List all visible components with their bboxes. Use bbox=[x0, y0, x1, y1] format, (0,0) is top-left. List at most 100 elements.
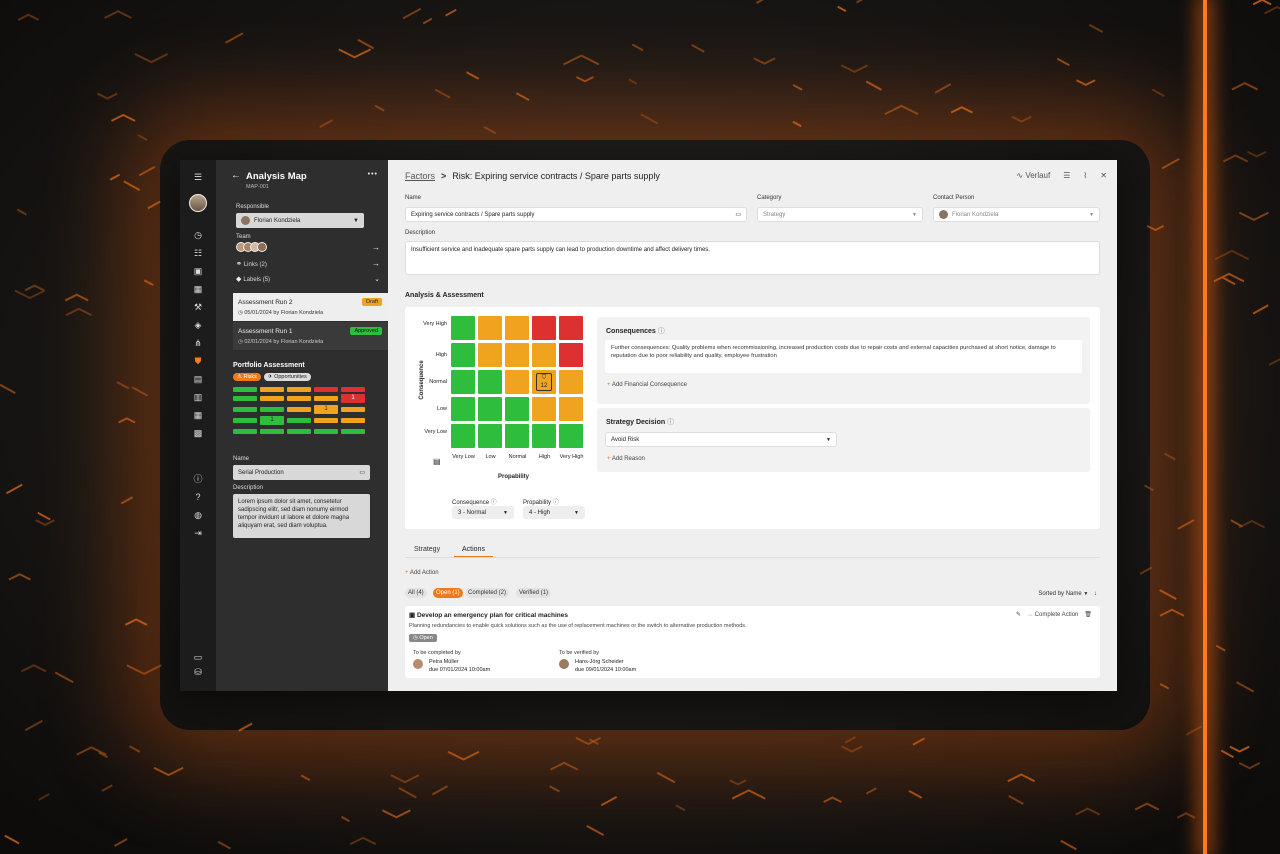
mini-heatmap-cell[interactable] bbox=[341, 387, 365, 392]
more-menu-button[interactable]: ••• bbox=[368, 171, 378, 178]
mini-heatmap-cell[interactable] bbox=[314, 429, 338, 434]
strategy-select[interactable]: Avoid Risk ▼ bbox=[605, 432, 837, 447]
mini-heatmap-cell[interactable] bbox=[260, 429, 284, 434]
avatar[interactable] bbox=[189, 194, 207, 212]
info-icon[interactable]: ⓘ bbox=[192, 473, 204, 485]
team-avatars[interactable] bbox=[236, 242, 267, 252]
back-arrow-icon[interactable]: ← bbox=[231, 171, 241, 181]
attachment-icon[interactable]: ⌇ bbox=[1083, 171, 1087, 180]
database-icon[interactable]: ⛁ bbox=[192, 666, 204, 678]
table-icon[interactable]: ▦ bbox=[192, 409, 204, 421]
mini-heatmap[interactable]: 111 bbox=[233, 387, 380, 434]
matrix-cell[interactable] bbox=[451, 343, 475, 367]
mini-heatmap-cell[interactable] bbox=[260, 407, 284, 412]
filter-all[interactable]: All (4) bbox=[405, 588, 427, 598]
tab-strategy[interactable]: Strategy bbox=[414, 546, 440, 553]
matrix-cell[interactable] bbox=[451, 397, 475, 421]
matrix-cell[interactable] bbox=[559, 316, 583, 340]
mini-heatmap-cell[interactable]: 1 bbox=[260, 416, 284, 425]
matrix-cell[interactable] bbox=[478, 343, 502, 367]
tab-actions[interactable]: Actions bbox=[454, 546, 493, 557]
name-input[interactable]: Serial Production ▭ bbox=[233, 465, 370, 480]
filter-open[interactable]: Open (1) bbox=[433, 588, 463, 598]
add-reason-button[interactable]: + Add Reason bbox=[607, 456, 645, 462]
mini-heatmap-cell[interactable] bbox=[233, 387, 257, 392]
responsible-select[interactable]: Florian Kondziela ▼ bbox=[236, 213, 364, 228]
mini-heatmap-cell[interactable] bbox=[260, 396, 284, 401]
consequence-select[interactable]: 3 - Normal ▼ bbox=[452, 506, 514, 519]
mini-heatmap-cell[interactable] bbox=[287, 429, 311, 434]
assessment-run-2[interactable]: Assessment Run 2 Draft ◷ 05/01/2024 by F… bbox=[233, 293, 388, 321]
mini-heatmap-cell[interactable] bbox=[314, 418, 338, 423]
matrix-cell[interactable] bbox=[532, 343, 556, 367]
mini-heatmap-cell[interactable]: 1 bbox=[341, 394, 365, 403]
close-icon[interactable]: ✕ bbox=[1100, 171, 1107, 180]
consequences-textarea[interactable]: Further consequences: Quality problems w… bbox=[605, 340, 1082, 373]
matrix-cell[interactable] bbox=[451, 370, 475, 394]
mini-heatmap-cell[interactable] bbox=[314, 396, 338, 401]
add-action-button[interactable]: + Add Action bbox=[405, 570, 439, 576]
mini-heatmap-cell[interactable] bbox=[287, 396, 311, 401]
org-chart-icon[interactable]: ⋔ bbox=[192, 337, 204, 349]
arrow-right-icon[interactable]: → bbox=[372, 243, 380, 252]
filter-completed[interactable]: Completed (2) bbox=[465, 588, 510, 598]
matrix-cell[interactable]: ⛉ 12 bbox=[532, 370, 556, 394]
mini-heatmap-cell[interactable] bbox=[233, 396, 257, 401]
document-icon[interactable]: ▤ bbox=[192, 373, 204, 385]
matrix-cell[interactable] bbox=[478, 397, 502, 421]
dashboard-icon[interactable]: ◷ bbox=[192, 229, 204, 241]
add-financial-button[interactable]: + Add Financial Consequence bbox=[607, 382, 687, 388]
matrix-cell[interactable] bbox=[532, 397, 556, 421]
matrix-cell[interactable] bbox=[505, 397, 529, 421]
wrench-icon[interactable]: ⚒ bbox=[192, 301, 204, 313]
mini-heatmap-cell[interactable] bbox=[341, 407, 365, 412]
matrix-cell[interactable] bbox=[559, 343, 583, 367]
history-button[interactable]: ∿ Verlauf bbox=[1016, 171, 1050, 180]
delete-icon[interactable]: 🗑 bbox=[1084, 611, 1092, 618]
mini-heatmap-cell[interactable] bbox=[233, 418, 257, 423]
mini-heatmap-cell[interactable] bbox=[314, 387, 338, 392]
edit-icon[interactable]: ✎ bbox=[1016, 611, 1021, 618]
mini-heatmap-cell[interactable] bbox=[287, 407, 311, 412]
matrix-cell[interactable] bbox=[478, 370, 502, 394]
matrix-cell[interactable] bbox=[505, 343, 529, 367]
mini-heatmap-cell[interactable] bbox=[233, 407, 257, 412]
mini-heatmap-cell[interactable] bbox=[341, 429, 365, 434]
mini-heatmap-cell[interactable] bbox=[287, 418, 311, 423]
mini-heatmap-cell[interactable] bbox=[287, 387, 311, 392]
assessment-run-1[interactable]: Assessment Run 1 Approved ◷ 02/01/2024 b… bbox=[233, 322, 388, 350]
checklist-icon[interactable]: ☰ bbox=[1063, 171, 1070, 180]
breadcrumb-factors[interactable]: Factors bbox=[405, 171, 435, 181]
help-icon[interactable]: ? bbox=[192, 491, 204, 503]
mini-heatmap-cell[interactable] bbox=[341, 418, 365, 423]
matrix-cell[interactable] bbox=[505, 424, 529, 448]
opportunities-tab[interactable]: ✈ Opportunities bbox=[263, 373, 311, 381]
mini-heatmap-cell[interactable]: 1 bbox=[314, 405, 338, 414]
name-input[interactable]: Expiring service contracts / Spare parts… bbox=[405, 207, 747, 222]
folder-icon[interactable]: ▭ bbox=[192, 651, 204, 663]
matrix-cell[interactable] bbox=[559, 424, 583, 448]
matrix-cell[interactable] bbox=[532, 424, 556, 448]
matrix-cell[interactable] bbox=[478, 424, 502, 448]
probability-select[interactable]: 4 - High ▼ bbox=[523, 506, 585, 519]
description-textarea[interactable]: Insufficient service and inadequate spar… bbox=[405, 241, 1100, 275]
sort-control[interactable]: Sorted by Name ▼ ↓ bbox=[1038, 591, 1097, 597]
matrix-cell[interactable] bbox=[532, 316, 556, 340]
building-icon[interactable]: ▩ bbox=[192, 427, 204, 439]
description-textarea[interactable]: Lorem ipsum dolor sit amet, consetetur s… bbox=[233, 494, 370, 538]
puzzle-icon[interactable]: ◈ bbox=[192, 319, 204, 331]
matrix-cell[interactable] bbox=[478, 316, 502, 340]
matrix-cell[interactable] bbox=[559, 370, 583, 394]
globe-icon[interactable]: ◍ bbox=[192, 509, 204, 521]
risks-tab[interactable]: ⚠ Risks bbox=[233, 373, 261, 381]
links-row[interactable]: ⚭ Links (2) → bbox=[236, 259, 380, 268]
list-icon[interactable]: ☷ bbox=[192, 247, 204, 259]
category-select[interactable]: Strategy ▼ bbox=[757, 207, 923, 222]
mini-heatmap-cell[interactable] bbox=[260, 387, 284, 392]
shield-icon[interactable]: ⛊ bbox=[192, 355, 204, 367]
contact-select[interactable]: Florian Kondziela ▼ bbox=[933, 207, 1100, 222]
matrix-cell[interactable] bbox=[505, 316, 529, 340]
complete-action-button[interactable]: → Complete Action bbox=[1027, 612, 1078, 618]
clipboard-icon[interactable]: ▣ bbox=[192, 265, 204, 277]
logout-icon[interactable]: ⇥ bbox=[192, 527, 204, 539]
